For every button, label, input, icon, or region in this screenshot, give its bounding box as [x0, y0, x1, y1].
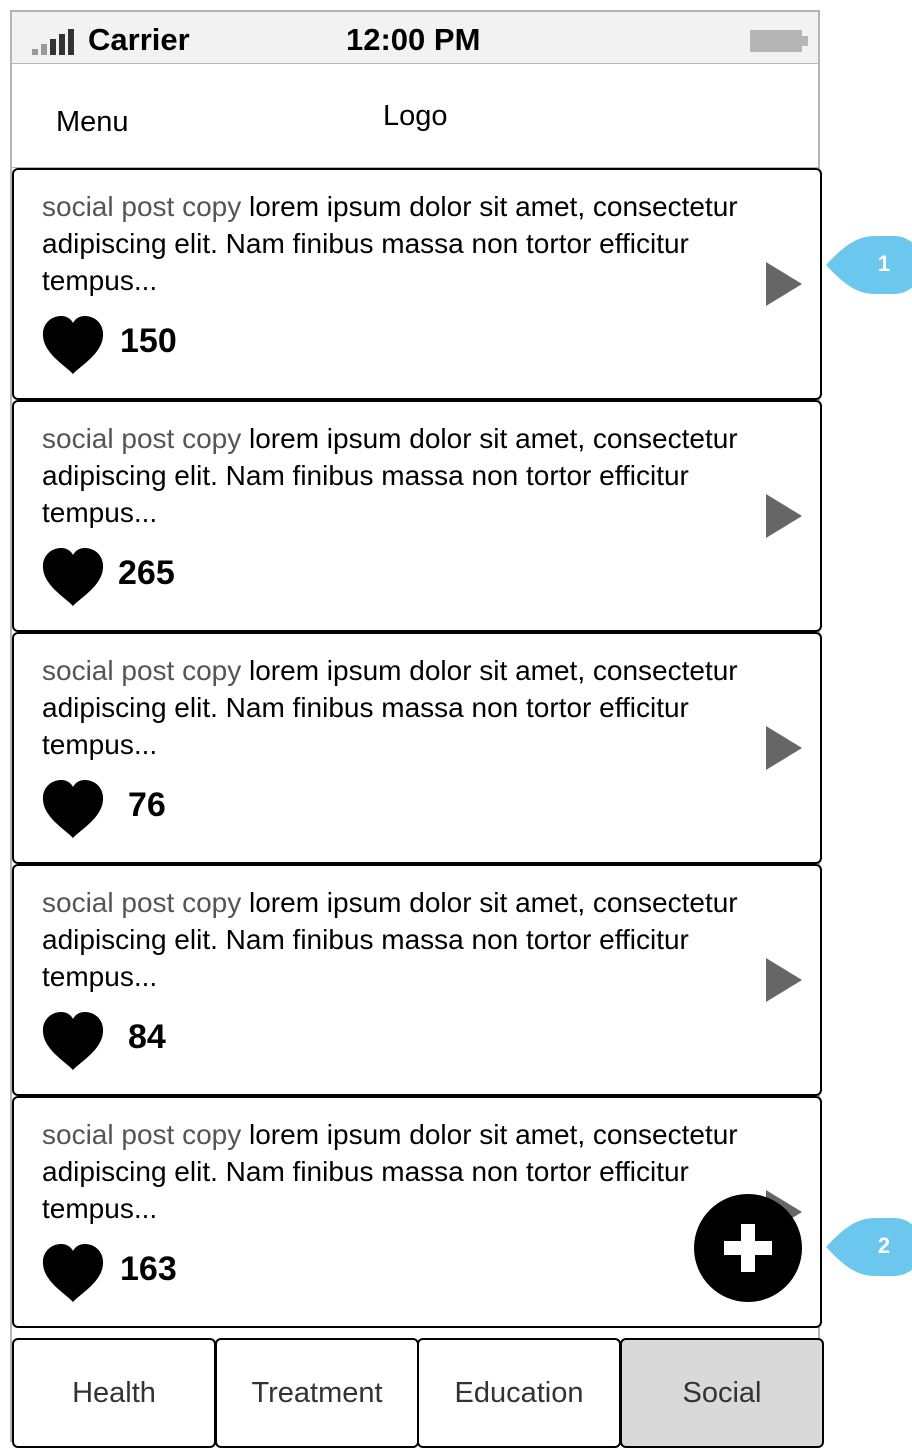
- chevron-right-icon[interactable]: [766, 262, 802, 306]
- like-count: 84: [128, 1018, 166, 1056]
- heart-icon[interactable]: [42, 1244, 104, 1302]
- post-copy: social post copy lorem ipsum dolor sit a…: [42, 652, 772, 763]
- heart-icon[interactable]: [42, 316, 104, 374]
- chevron-right-icon[interactable]: [766, 494, 802, 538]
- annotation-marker-1: 1: [818, 232, 912, 298]
- add-post-button[interactable]: [694, 1194, 802, 1302]
- tab-education[interactable]: Education: [417, 1338, 621, 1448]
- heart-icon[interactable]: [42, 1012, 104, 1070]
- post-copy: social post copy lorem ipsum dolor sit a…: [42, 1116, 772, 1227]
- social-post-card[interactable]: social post copy lorem ipsum dolor sit a…: [12, 864, 822, 1096]
- social-post-card[interactable]: social post copy lorem ipsum dolor sit a…: [12, 168, 822, 400]
- annotation-label: 2: [877, 1233, 891, 1258]
- like-count: 163: [120, 1250, 177, 1288]
- annotation-label: 1: [877, 251, 891, 276]
- like-count: 265: [118, 554, 175, 592]
- post-copy-lead: social post copy: [42, 423, 242, 454]
- annotation-marker-2: 2: [818, 1214, 912, 1280]
- menu-button[interactable]: Menu: [56, 106, 129, 139]
- tab-social[interactable]: Social: [620, 1338, 824, 1448]
- nav-bar: Menu Logo: [12, 64, 818, 168]
- post-copy: social post copy lorem ipsum dolor sit a…: [42, 420, 772, 531]
- post-copy: social post copy lorem ipsum dolor sit a…: [42, 884, 772, 995]
- battery-icon: [750, 30, 808, 52]
- social-post-card[interactable]: social post copy lorem ipsum dolor sit a…: [12, 1096, 822, 1328]
- post-copy-lead: social post copy: [42, 655, 242, 686]
- carrier-label: Carrier: [88, 22, 190, 57]
- logo: Logo: [383, 100, 448, 132]
- signal-icon: [32, 29, 78, 55]
- tab-health[interactable]: Health: [12, 1338, 216, 1448]
- tab-bar: Health Treatment Education Social: [12, 1338, 824, 1448]
- social-post-card[interactable]: social post copy lorem ipsum dolor sit a…: [12, 632, 822, 864]
- status-bar: Carrier 12:00 PM: [12, 12, 818, 64]
- like-count: 76: [128, 786, 166, 824]
- chevron-right-icon[interactable]: [766, 726, 802, 770]
- post-copy-lead: social post copy: [42, 887, 242, 918]
- chevron-right-icon[interactable]: [766, 958, 802, 1002]
- heart-icon[interactable]: [42, 780, 104, 838]
- like-count: 150: [120, 322, 177, 360]
- post-copy-lead: social post copy: [42, 191, 242, 222]
- social-post-card[interactable]: social post copy lorem ipsum dolor sit a…: [12, 400, 822, 632]
- post-copy: social post copy lorem ipsum dolor sit a…: [42, 188, 772, 299]
- post-copy-lead: social post copy: [42, 1119, 242, 1150]
- clock: 12:00 PM: [346, 22, 481, 57]
- tab-treatment[interactable]: Treatment: [215, 1338, 419, 1448]
- heart-icon[interactable]: [42, 548, 104, 606]
